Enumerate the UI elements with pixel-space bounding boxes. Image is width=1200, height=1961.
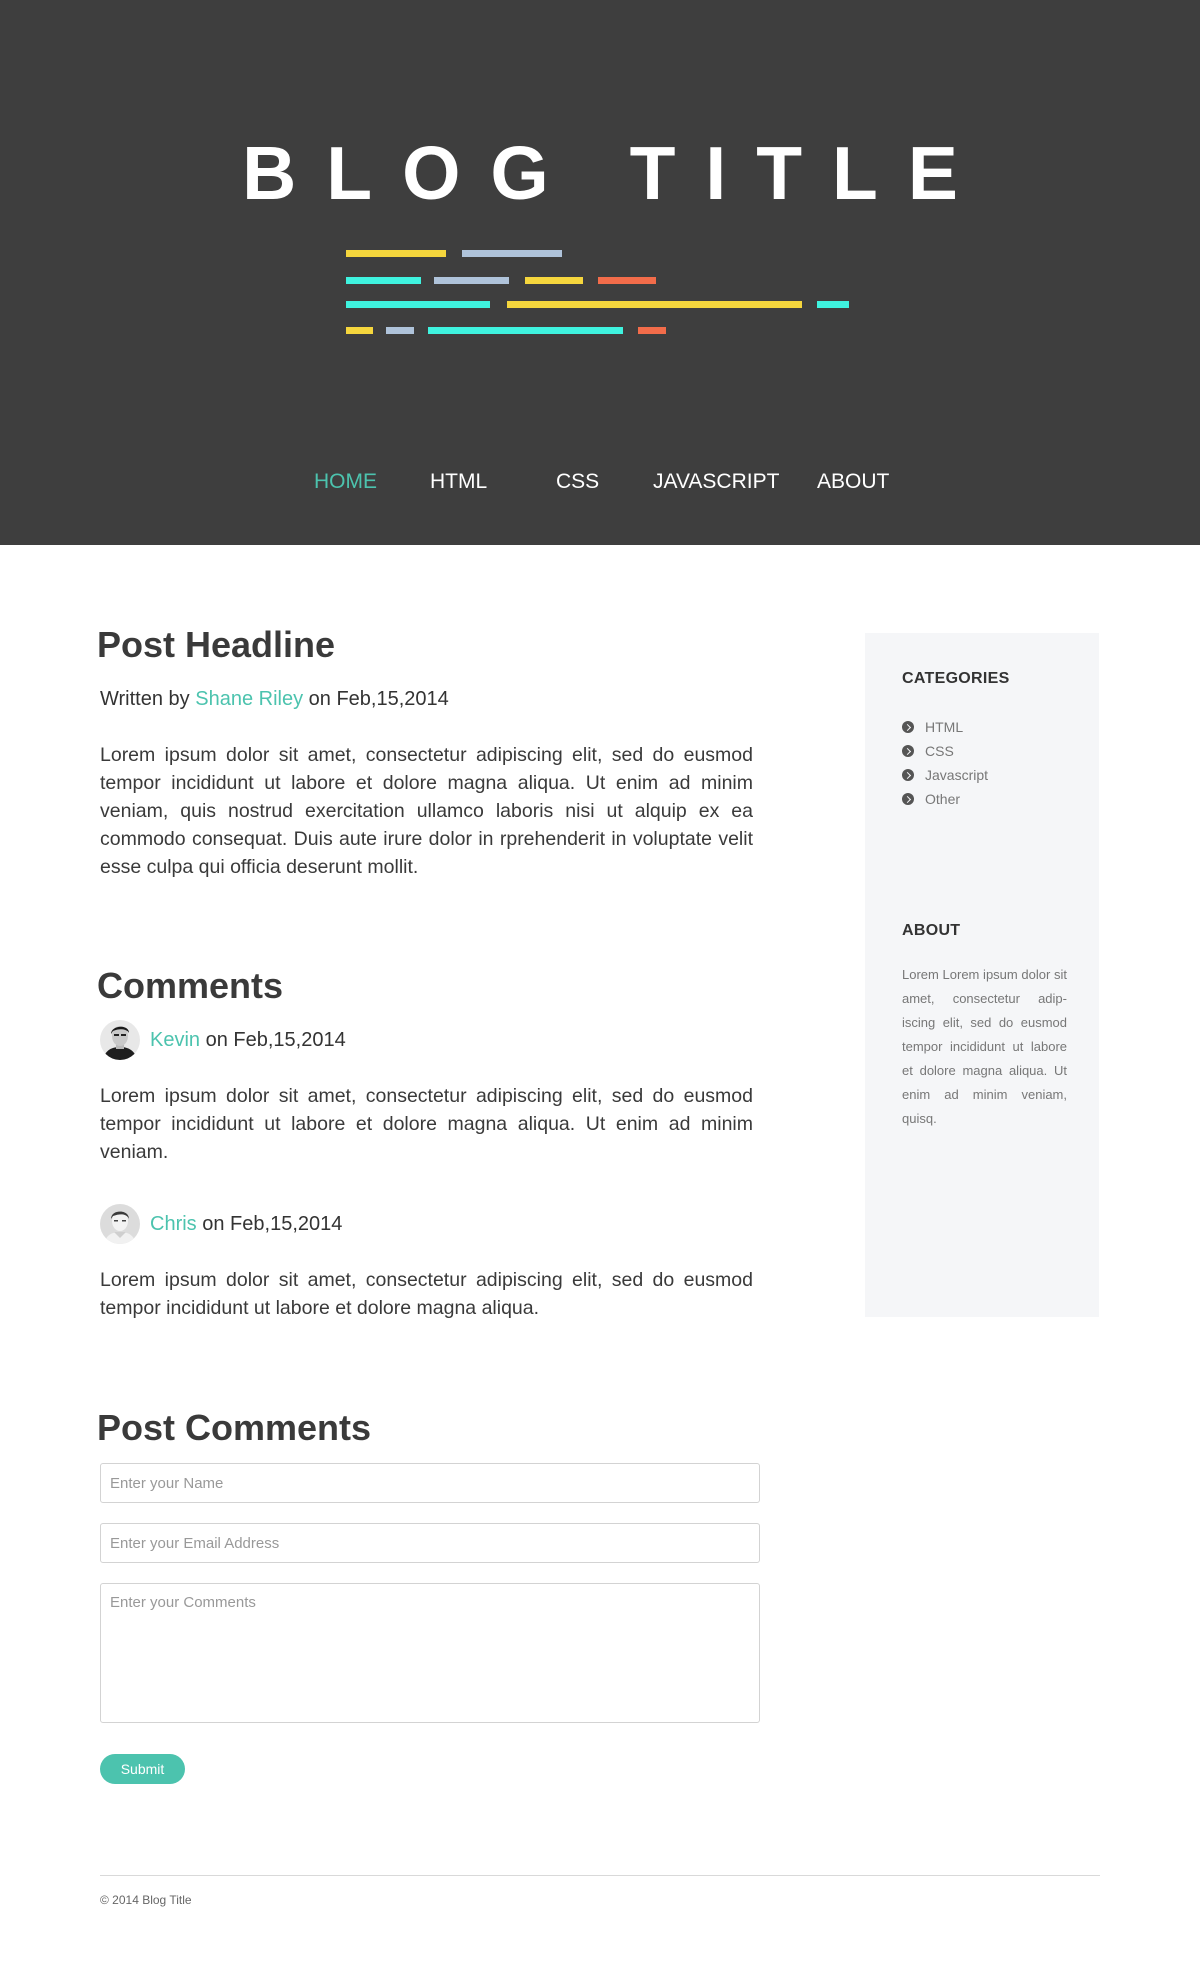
footer-divider [100,1875,1100,1876]
code-bar [598,277,656,284]
nav-item-home[interactable]: HOME [314,468,377,496]
code-bar [817,301,849,308]
byline-on: on [308,688,331,710]
comment-meta-text: Chris on Feb,15,2014 [150,1211,342,1237]
comment-author-link[interactable]: Kevin [150,1029,200,1051]
category-label: Javascript [925,767,989,783]
chevron-circle-icon [902,769,914,781]
nav-item-javascript[interactable]: JAVASCRIPT [653,468,779,496]
code-bar [525,277,583,284]
nav-item-about[interactable]: ABOUT [817,468,889,496]
category-item-javascript[interactable]: Javascript [902,763,988,787]
comments-title: Comments [97,965,284,1006]
author-link[interactable]: Shane Riley [195,688,303,710]
post-date: Feb,15,2014 [336,688,449,710]
code-lines-decoration [0,0,1200,545]
code-bar [507,301,802,308]
comment: Chris on Feb,15,2014 Lorem ipsum dolor s… [100,1204,753,1322]
email-input[interactable] [100,1523,760,1563]
category-label: HTML [925,719,964,735]
name-input[interactable] [100,1463,760,1503]
code-bar [428,327,623,334]
chevron-circle-icon [902,721,914,733]
comment-text: Lorem ipsum dolor sit amet, consectetur … [100,1269,753,1319]
comments-textarea[interactable] [100,1583,760,1723]
code-bar [346,277,421,284]
comment-meta-text: Kevin on Feb,15,2014 [150,1027,346,1053]
code-bar [386,327,414,334]
post-byline: Written by Shane Riley on Feb,15,2014 [100,686,449,712]
post-body: Lorem ipsum dolor sit amet, consectetur … [100,744,753,878]
sidebar: CATEGORIES HTML CSS Javascript Other ABO… [865,633,1099,1317]
comment-author-link[interactable]: Chris [150,1213,197,1235]
code-bar [462,250,562,257]
comment-on: on [205,1029,228,1051]
about-text: Lorem Lorem ipsum dolor sit amet, consec… [902,967,1067,1126]
comment: Kevin on Feb,15,2014 Lorem ipsum dolor s… [100,1020,753,1166]
main-nav: HOME HTML CSS JAVASCRIPT ABOUT [0,468,1200,498]
code-bar [434,277,509,284]
comment-date: Feb,15,2014 [230,1213,343,1235]
comment-date: Feb,15,2014 [233,1029,346,1051]
post-comments-title: Post Comments [97,1407,372,1448]
categories-list: HTML CSS Javascript Other [902,715,988,811]
nav-item-html[interactable]: HTML [430,468,487,496]
avatar [100,1020,140,1060]
about-heading: ABOUT [902,922,961,939]
code-bar [638,327,666,334]
comment-text: Lorem ipsum dolor sit amet, consectetur … [100,1085,753,1163]
category-item-html[interactable]: HTML [902,715,988,739]
byline-prefix: Written by [100,688,190,710]
nav-item-css[interactable]: CSS [556,468,599,496]
comment-on: on [202,1213,225,1235]
footer-copyright: © 2014 Blog Title [100,1893,192,1907]
code-bar [346,250,446,257]
category-label: Other [925,791,961,807]
categories-heading: CATEGORIES [902,670,1010,687]
category-item-other[interactable]: Other [902,787,988,811]
avatar [100,1204,140,1244]
code-bar [346,327,373,334]
comment-meta: Chris on Feb,15,2014 [100,1204,753,1244]
post-headline: Post Headline [97,624,336,665]
chevron-circle-icon [902,793,914,805]
category-item-css[interactable]: CSS [902,739,988,763]
code-bar [346,301,490,308]
site-header: BLOG TITLE HOME HTML CSS JAVASCRIPT ABOU… [0,0,1200,545]
category-label: CSS [925,743,954,759]
comment-meta: Kevin on Feb,15,2014 [100,1020,753,1060]
submit-button[interactable]: Submit [100,1754,185,1784]
chevron-circle-icon [902,745,914,757]
